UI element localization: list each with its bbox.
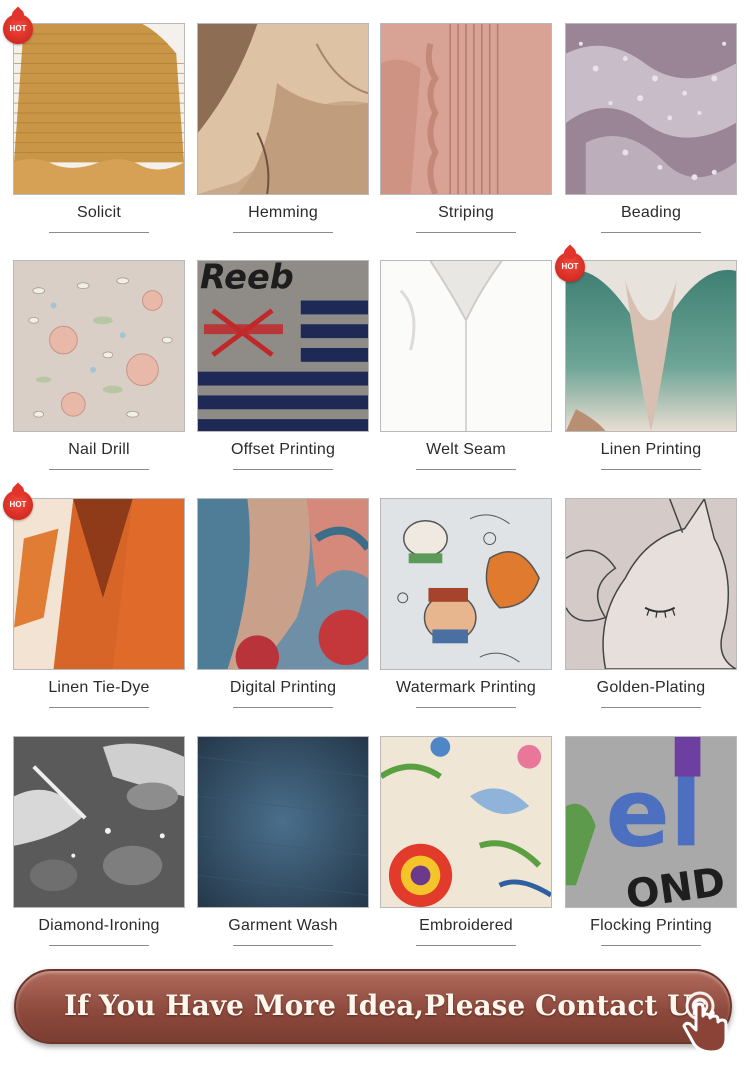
label-divider [233, 232, 333, 233]
golden-plating-label: Golden-Plating [596, 679, 706, 696]
hot-badge: HOT [3, 490, 33, 520]
diamond-ironing-label: Diamond-Ironing [38, 917, 160, 934]
pointing-hand-icon [672, 990, 732, 1054]
contact-banner-text: If You Have More Idea,Please Contact Us. [64, 989, 718, 1022]
hemming-image [197, 23, 369, 195]
hot-badge: HOT [555, 252, 585, 282]
golden-plating-image [565, 498, 737, 670]
label-divider [601, 707, 701, 708]
linen-printing-image [565, 260, 737, 432]
offset-printing-label: Offset Printing [230, 441, 336, 458]
label-divider [416, 469, 516, 470]
hot-badge: HOT [3, 14, 33, 44]
hemming-label: Hemming [248, 204, 318, 221]
diamond-ironing-image [13, 736, 185, 908]
flocking-printing-label: Flocking Printing [590, 917, 712, 934]
nail-drill-image [13, 260, 185, 432]
flocking-printing-image: el OND [565, 736, 737, 908]
offset-print-text: Reeb [200, 261, 294, 297]
label-divider [601, 945, 701, 946]
garment-wash-label: Garment Wash [228, 917, 338, 934]
watermark-printing-label: Watermark Printing [396, 679, 536, 696]
digital-printing-image [197, 498, 369, 670]
linen-tie-dye-image [13, 498, 185, 670]
digital-printing-label: Digital Printing [229, 679, 337, 696]
striping-image [380, 23, 552, 195]
label-divider [49, 945, 149, 946]
label-divider [49, 232, 149, 233]
garment-wash-image [197, 736, 369, 908]
beading-label: Beading [620, 204, 682, 221]
offset-printing-image: Reeb [197, 260, 369, 432]
embroidered-image [380, 736, 552, 908]
watermark-printing-image [380, 498, 552, 670]
label-divider [49, 469, 149, 470]
welt-seam-label: Welt Seam [426, 441, 506, 458]
label-divider [233, 945, 333, 946]
nail-drill-label: Nail Drill [68, 441, 130, 458]
label-divider [416, 707, 516, 708]
linen-printing-label: Linen Printing [600, 441, 702, 458]
label-divider [416, 945, 516, 946]
label-divider [601, 232, 701, 233]
beading-image [565, 23, 737, 195]
label-divider [49, 707, 149, 708]
label-divider [416, 232, 516, 233]
label-divider [601, 469, 701, 470]
striping-label: Striping [438, 204, 494, 221]
solicit-image [13, 23, 185, 195]
contact-banner[interactable]: If You Have More Idea,Please Contact Us. [14, 969, 732, 1044]
linen-tie-dye-label: Linen Tie-Dye [48, 679, 150, 696]
label-divider [233, 469, 333, 470]
label-divider [233, 707, 333, 708]
solicit-label: Solicit [76, 204, 122, 221]
embroidered-label: Embroidered [419, 917, 513, 934]
welt-seam-image [380, 260, 552, 432]
